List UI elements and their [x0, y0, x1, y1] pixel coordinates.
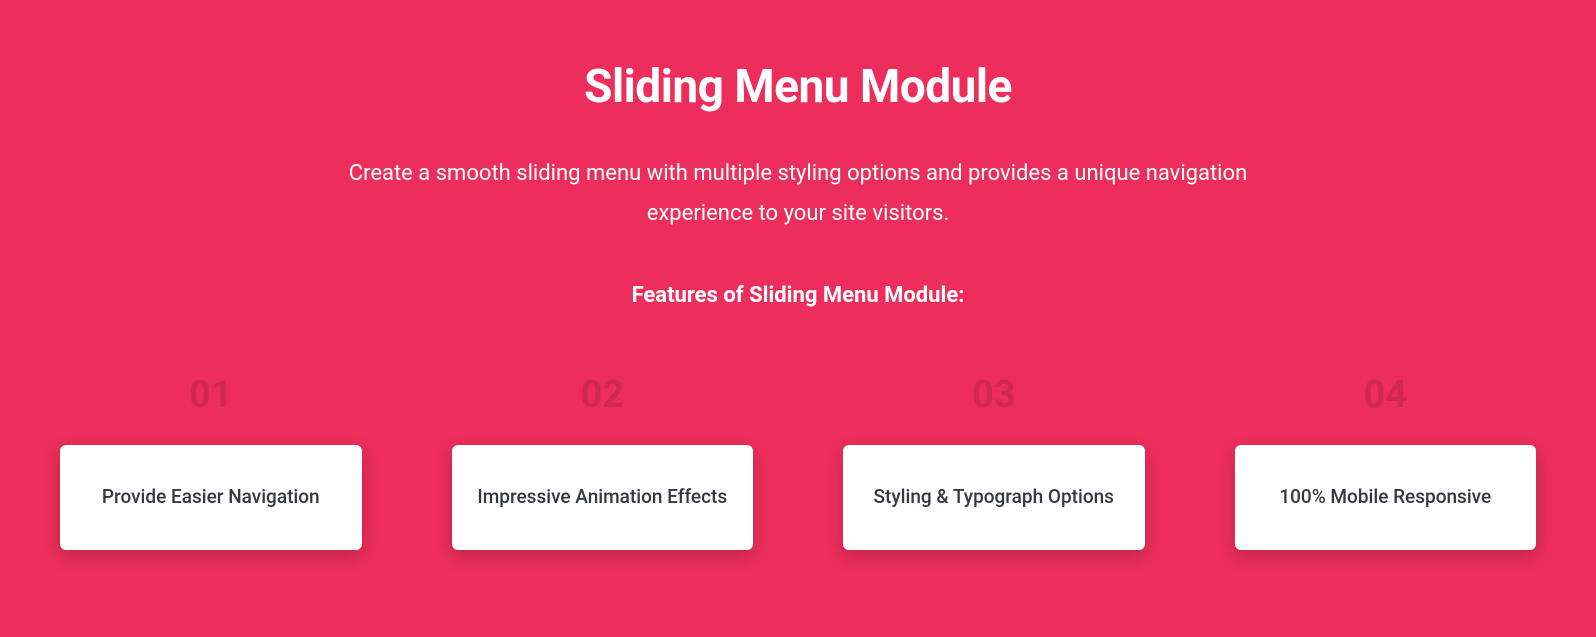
feature-item: 01 Provide Easier Navigation	[60, 373, 362, 550]
feature-label: Styling & Typograph Options	[874, 483, 1114, 512]
feature-number: 03	[843, 373, 1145, 417]
feature-card: 100% Mobile Responsive	[1235, 445, 1537, 550]
feature-number: 04	[1235, 373, 1537, 417]
feature-card: Styling & Typograph Options	[843, 445, 1145, 550]
page-title: Sliding Menu Module	[55, 60, 1541, 114]
feature-label: Provide Easier Navigation	[102, 483, 320, 512]
feature-number: 02	[452, 373, 754, 417]
features-heading: Features of Sliding Menu Module:	[55, 283, 1541, 308]
feature-card: Provide Easier Navigation	[60, 445, 362, 550]
hero-section: Sliding Menu Module Create a smooth slid…	[0, 0, 1596, 550]
feature-item: 02 Impressive Animation Effects	[452, 373, 754, 550]
feature-number: 01	[60, 373, 362, 417]
page-description: Create a smooth sliding menu with multip…	[348, 154, 1248, 233]
feature-item: 03 Styling & Typograph Options	[843, 373, 1145, 550]
feature-label: Impressive Animation Effects	[477, 483, 727, 512]
feature-item: 04 100% Mobile Responsive	[1235, 373, 1537, 550]
feature-label: 100% Mobile Responsive	[1279, 483, 1491, 512]
feature-card: Impressive Animation Effects	[452, 445, 754, 550]
features-grid: 01 Provide Easier Navigation 02 Impressi…	[55, 373, 1541, 550]
